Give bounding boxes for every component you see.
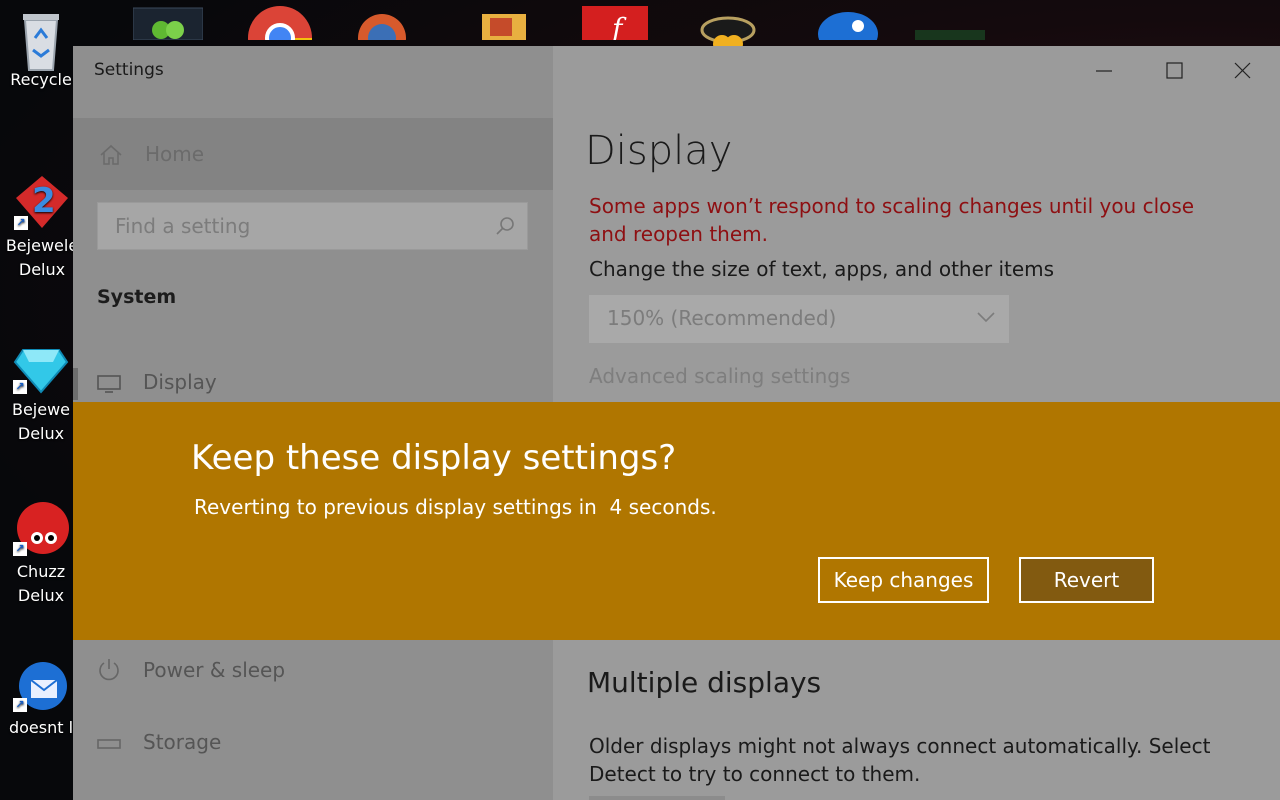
keep-changes-button[interactable]: Keep changes [818,557,989,603]
people-app-icon[interactable] [132,0,204,41]
dialog-title: Keep these display settings? [191,438,677,478]
page-title: Display [585,128,733,174]
gem-2-icon: 2 ↗ [14,174,70,230]
close-icon [1234,62,1251,79]
chrome-icon[interactable] [245,0,315,70]
dialog-message: Reverting to previous display settings i… [194,495,717,519]
thunderbird-icon[interactable] [808,0,878,56]
unknown-app-icon[interactable] [915,0,985,40]
scale-dropdown-value: 150% (Recommended) [607,306,837,330]
minimize-icon [1096,70,1112,72]
maximize-icon [1166,62,1183,79]
diamond-icon: ↗ [13,338,69,394]
window-controls [1070,46,1280,96]
power-icon [99,659,119,681]
detect-button[interactable] [589,796,725,800]
advanced-scaling-link[interactable]: Advanced scaling settings [589,364,850,388]
chevron-down-icon [977,312,995,323]
scale-label: Change the size of text, apps, and other… [589,257,1055,281]
window-title: Settings [94,60,164,80]
minimize-button[interactable] [1070,46,1138,96]
search-placeholder: Find a setting [115,214,251,238]
svg-text:2: 2 [32,181,56,221]
close-button[interactable] [1208,46,1276,96]
thunderbird-alt-icon[interactable] [355,0,410,62]
shortcut-arrow-icon: ↗ [13,380,27,394]
search-input[interactable]: Find a setting [97,202,528,250]
sidebar-item-power-sleep[interactable]: Power & sleep [73,644,553,700]
folder-app-icon[interactable] [480,0,528,40]
multiple-displays-description: Older displays might not always connect … [589,734,1211,786]
flash-icon[interactable]: f [582,0,648,45]
sidebar-item-label: Display [143,370,217,394]
sidebar-item-label: Storage [143,730,222,754]
fuzzball-icon: ↗ [13,500,69,556]
shortcut-arrow-icon: ↗ [13,542,27,556]
home-icon [100,144,122,165]
section-label-system: System [97,286,177,308]
revert-button[interactable]: Revert [1019,557,1154,603]
scale-dropdown[interactable]: 150% (Recommended) [589,295,1009,343]
shortcut-arrow-icon: ↗ [14,216,28,230]
keep-settings-dialog: Keep these display settings? Reverting t… [73,402,1280,640]
monitor-icon [97,375,121,393]
multiple-displays-heading: Multiple displays [587,666,822,699]
sidebar-item-label: Power & sleep [143,658,286,682]
search-icon [496,217,514,235]
game-mascot-icon[interactable] [700,0,756,53]
maximize-button[interactable] [1140,46,1208,96]
shortcut-arrow-icon: ↗ [13,698,27,712]
sidebar-item-label: Home [145,142,205,166]
trash-icon [13,8,69,71]
sidebar-item-home[interactable]: Home [73,118,553,190]
scaling-warning: Some apps won’t respond to scaling chang… [589,194,1195,246]
storage-icon [97,739,121,749]
sidebar-item-storage[interactable]: Storage [73,716,553,772]
mail-bird-icon: ↗ [13,656,69,712]
